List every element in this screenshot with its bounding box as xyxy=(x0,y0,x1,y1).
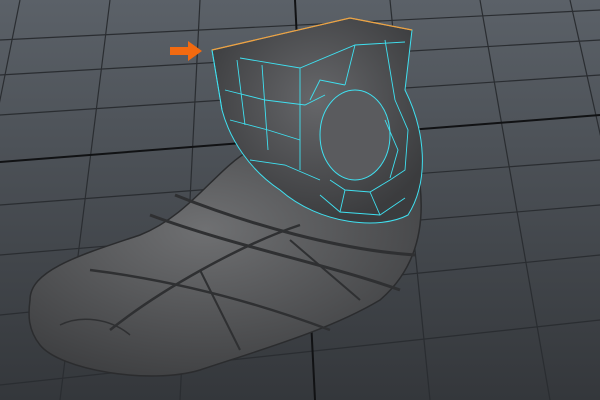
viewport-canvas[interactable] xyxy=(0,0,600,400)
ankle-bolt-disc xyxy=(319,89,391,181)
maya-3d-viewport[interactable] xyxy=(0,0,600,400)
